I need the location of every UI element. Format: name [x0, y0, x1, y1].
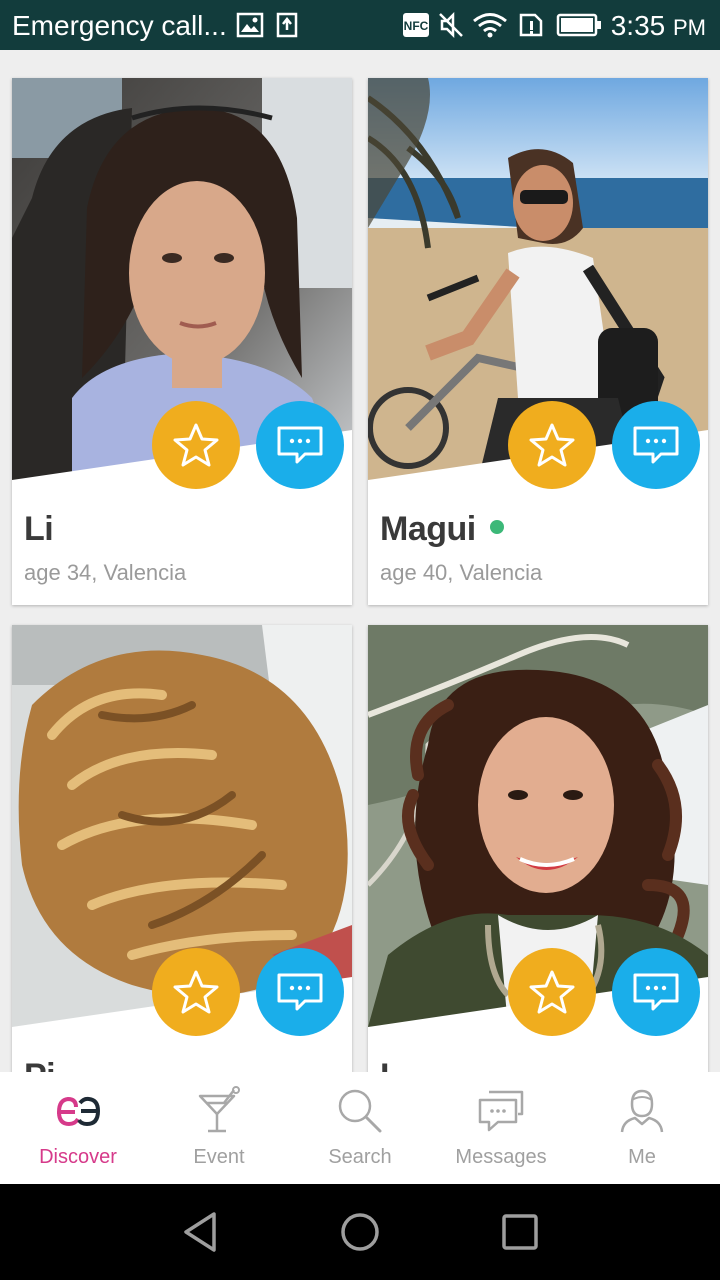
- message-button[interactable]: [256, 401, 344, 489]
- favorite-button[interactable]: [508, 401, 596, 489]
- home-circle-icon[interactable]: [330, 1206, 390, 1258]
- tab-label: Discover: [39, 1146, 117, 1168]
- chat-bubble-icon: [277, 973, 323, 1011]
- message-button[interactable]: [256, 948, 344, 1036]
- tab-event[interactable]: Event: [147, 1072, 291, 1184]
- battery-icon: [556, 13, 601, 37]
- favorite-button[interactable]: [152, 401, 240, 489]
- bottom-tab-bar: Discover Event Search Messages Me: [0, 1072, 720, 1184]
- profile-card[interactable]: L: [368, 625, 708, 1072]
- profile-card[interactable]: Li age 34, Valencia: [12, 78, 352, 605]
- search-icon: [338, 1089, 382, 1133]
- messages-icon: [478, 1090, 524, 1132]
- profile-meta: age 34, Valencia: [24, 560, 187, 585]
- tab-search[interactable]: Search: [288, 1072, 432, 1184]
- tab-label: Me: [628, 1146, 656, 1168]
- cocktail-glass-icon: [198, 1086, 240, 1133]
- nfc-icon: NFC: [403, 13, 429, 37]
- tab-messages[interactable]: Messages: [429, 1072, 573, 1184]
- profile-grid[interactable]: Li age 34, Valencia Magui age 40, Valenc…: [0, 50, 720, 1072]
- profile-name: Pi: [24, 1057, 56, 1072]
- favorite-button[interactable]: [508, 948, 596, 1036]
- tab-label: Messages: [455, 1146, 547, 1168]
- profile-name: Li: [24, 510, 54, 548]
- chat-bubble-icon: [633, 973, 679, 1011]
- message-button[interactable]: [612, 401, 700, 489]
- star-outline-icon: [529, 970, 575, 1014]
- profile-name: L: [380, 1057, 401, 1072]
- tab-discover[interactable]: Discover: [6, 1072, 150, 1184]
- star-outline-icon: [529, 423, 575, 467]
- chat-bubble-icon: [633, 426, 679, 464]
- tab-label: Event: [193, 1146, 245, 1168]
- status-title: Emergency call...: [12, 10, 227, 41]
- profile-meta: age 40, Valencia: [380, 560, 543, 585]
- wifi-icon: [473, 13, 507, 38]
- star-outline-icon: [173, 423, 219, 467]
- status-bar: Emergency call... NFC 3:35 PM: [0, 0, 720, 50]
- status-time: 3:35 PM: [610, 10, 706, 41]
- recents-square-icon[interactable]: [490, 1206, 550, 1258]
- sim-alert-icon: [519, 13, 543, 37]
- chat-bubble-icon: [277, 426, 323, 464]
- person-icon: [620, 1089, 664, 1133]
- discover-logo-icon: [56, 1096, 101, 1127]
- tab-label: Search: [328, 1146, 392, 1168]
- profile-name: Magui: [380, 510, 504, 549]
- system-navigation-bar: [0, 1184, 720, 1280]
- upload-notification-icon: [276, 12, 298, 38]
- image-notification-icon: [236, 12, 264, 38]
- svg-text:NFC: NFC: [404, 19, 429, 33]
- back-triangle-icon[interactable]: [170, 1206, 230, 1258]
- favorite-button[interactable]: [152, 948, 240, 1036]
- vibrate-off-icon: [439, 12, 463, 38]
- tab-me[interactable]: Me: [570, 1072, 714, 1184]
- online-status-dot: [489, 520, 504, 535]
- message-button[interactable]: [612, 948, 700, 1036]
- profile-card[interactable]: Pi: [12, 625, 352, 1072]
- star-outline-icon: [173, 970, 219, 1014]
- profile-card[interactable]: Magui age 40, Valencia: [368, 78, 708, 605]
